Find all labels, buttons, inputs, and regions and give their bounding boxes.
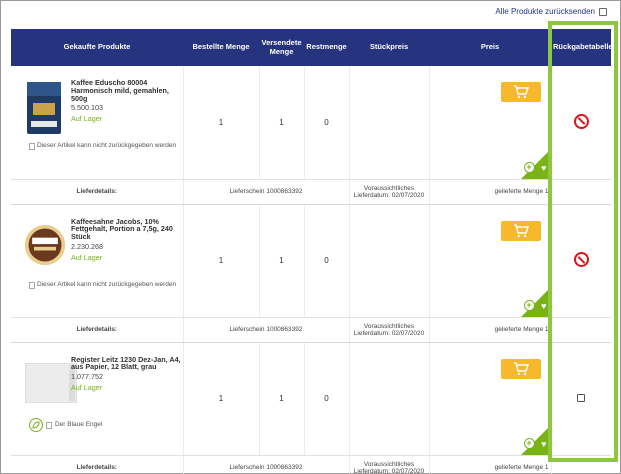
col-header-remaining: Restmenge <box>304 29 349 66</box>
delivery-return-empty <box>551 317 611 343</box>
product-number: 2.230.268 <box>71 241 103 251</box>
delivery-date: Voraussichtliches Lieferdatum: 02/07/202… <box>349 317 430 343</box>
col-header-shipped: Versendete Menge <box>259 29 304 66</box>
shipped-qty: 1 <box>259 66 305 180</box>
product-name[interactable]: Kaffeesahne Jacobs, 10% Fettgehalt, Port… <box>71 217 181 241</box>
delivery-row: Lieferdetails: Lieferschein 1000863392 V… <box>11 179 611 205</box>
delivery-date: Voraussichtliches Lieferdatum: 02/07/202… <box>349 455 430 474</box>
eco-alt-text: Der Blaue Engel <box>55 421 103 428</box>
table-header-row: Gekaufte Produkte Bestellte Menge Versen… <box>11 29 613 66</box>
no-return-alt-text: Dieser Artikel kann nicht zurückgegeben … <box>37 280 177 288</box>
remaining-qty: 0 <box>304 204 350 318</box>
price-cell: + ♥ <box>429 342 552 456</box>
unit-price-cell <box>349 342 430 456</box>
table-row: Kaffee Eduscho 80004 Harmonisch mild, ge… <box>11 66 611 180</box>
col-header-price: Preis <box>429 29 551 66</box>
add-to-cart-button[interactable] <box>500 358 541 379</box>
unit-price-cell <box>349 204 430 318</box>
delivered-qty: gelieferte Menge 1 <box>429 317 552 343</box>
product-number: 1.077.752 <box>71 372 103 382</box>
shipped-qty: 1 <box>259 342 305 456</box>
product-image-creamer[interactable] <box>23 223 67 267</box>
cart-icon <box>513 223 529 237</box>
stock-status: Auf Lager <box>71 383 103 393</box>
return-cell <box>551 342 611 456</box>
col-header-products: Gekaufte Produkte <box>11 29 183 66</box>
remaining-qty: 0 <box>304 342 350 456</box>
return-all-checkbox[interactable] <box>599 7 607 16</box>
return-checkbox[interactable] <box>577 393 586 402</box>
product-image-coffee[interactable] <box>25 81 63 135</box>
ordered-qty: 1 <box>183 204 260 318</box>
add-to-cart-button[interactable] <box>500 82 541 102</box>
cart-icon <box>513 85 529 99</box>
delivery-note: Lieferschein 1000863392 <box>183 317 350 343</box>
heart-icon[interactable]: ♥ <box>541 439 546 449</box>
stock-status: Auf Lager <box>71 252 103 262</box>
delivery-row: Lieferdetails: Lieferschein 1000863392 V… <box>11 317 611 343</box>
delivered-qty: gelieferte Menge 1 <box>429 455 552 474</box>
product-cell: Kaffeesahne Jacobs, 10% Fettgehalt, Port… <box>11 204 184 318</box>
price-cell: + ♥ <box>429 66 552 180</box>
broken-image-icon <box>29 281 35 289</box>
unit-price-cell <box>349 66 430 180</box>
add-to-cart-button[interactable] <box>500 220 541 241</box>
broken-image-icon <box>46 421 52 429</box>
delivery-label: Lieferdetails: <box>11 317 184 343</box>
cart-icon <box>513 361 529 375</box>
eco-label: Der Blaue Engel <box>29 417 103 432</box>
no-return-icon <box>573 113 589 129</box>
no-return-image: Dieser Artikel kann nicht zurückgegeben … <box>29 142 179 150</box>
eco-leaf-icon <box>29 417 43 432</box>
ordered-qty: 1 <box>183 66 260 180</box>
shipped-qty: 1 <box>259 204 305 318</box>
delivery-row: Lieferdetails: Lieferschein 1000863392 V… <box>11 455 611 474</box>
delivery-note: Lieferschein 1000863392 <box>183 455 350 474</box>
no-return-alt-text: Dieser Artikel kann nicht zurückgegeben … <box>37 142 177 149</box>
delivery-date: Voraussichtliches Lieferdatum: 02/07/202… <box>349 179 430 205</box>
add-wishlist-icon[interactable]: + <box>523 437 535 449</box>
col-header-return: Rückgabetabelle <box>551 29 613 66</box>
product-name[interactable]: Register Leitz 1230 Dez-Jan, A4, aus Pap… <box>71 355 181 372</box>
remaining-qty: 0 <box>304 66 350 180</box>
table-row: Register Leitz 1230 Dez-Jan, A4, aus Pap… <box>11 342 611 456</box>
heart-icon[interactable]: ♥ <box>541 163 546 173</box>
return-all-control[interactable]: Alle Produkte zurücksenden <box>495 7 607 16</box>
product-image-register[interactable] <box>25 362 77 403</box>
add-wishlist-icon[interactable]: + <box>523 161 535 173</box>
return-cell <box>551 66 611 180</box>
delivery-label: Lieferdetails: <box>11 179 184 205</box>
return-all-label: Alle Produkte zurücksenden <box>495 7 595 16</box>
price-cell: + ♥ <box>429 204 552 318</box>
col-header-unit-price: Stückpreis <box>349 29 429 66</box>
delivery-return-empty <box>551 455 611 474</box>
return-cell <box>551 204 611 318</box>
table-row: Kaffeesahne Jacobs, 10% Fettgehalt, Port… <box>11 204 611 318</box>
broken-image-icon <box>29 143 35 150</box>
add-wishlist-icon[interactable]: + <box>523 299 535 311</box>
orders-table: Gekaufte Produkte Bestellte Menge Versen… <box>11 29 613 474</box>
no-return-icon <box>573 252 589 267</box>
product-cell: Register Leitz 1230 Dez-Jan, A4, aus Pap… <box>11 342 184 456</box>
col-header-ordered: Bestellte Menge <box>183 29 259 66</box>
product-name[interactable]: Kaffee Eduscho 80004 Harmonisch mild, ge… <box>71 79 181 102</box>
stock-status: Auf Lager <box>71 114 103 124</box>
delivery-label: Lieferdetails: <box>11 455 184 474</box>
heart-icon[interactable]: ♥ <box>541 301 546 311</box>
product-number: 5.500.103 <box>71 103 103 113</box>
no-return-image: Dieser Artikel kann nicht zurückgegeben … <box>29 281 179 289</box>
ordered-qty: 1 <box>183 342 260 456</box>
delivery-return-empty <box>551 179 611 205</box>
delivery-note: Lieferschein 1000863392 <box>183 179 350 205</box>
product-cell: Kaffee Eduscho 80004 Harmonisch mild, ge… <box>11 66 184 180</box>
delivered-qty: gelieferte Menge 1 <box>429 179 552 205</box>
